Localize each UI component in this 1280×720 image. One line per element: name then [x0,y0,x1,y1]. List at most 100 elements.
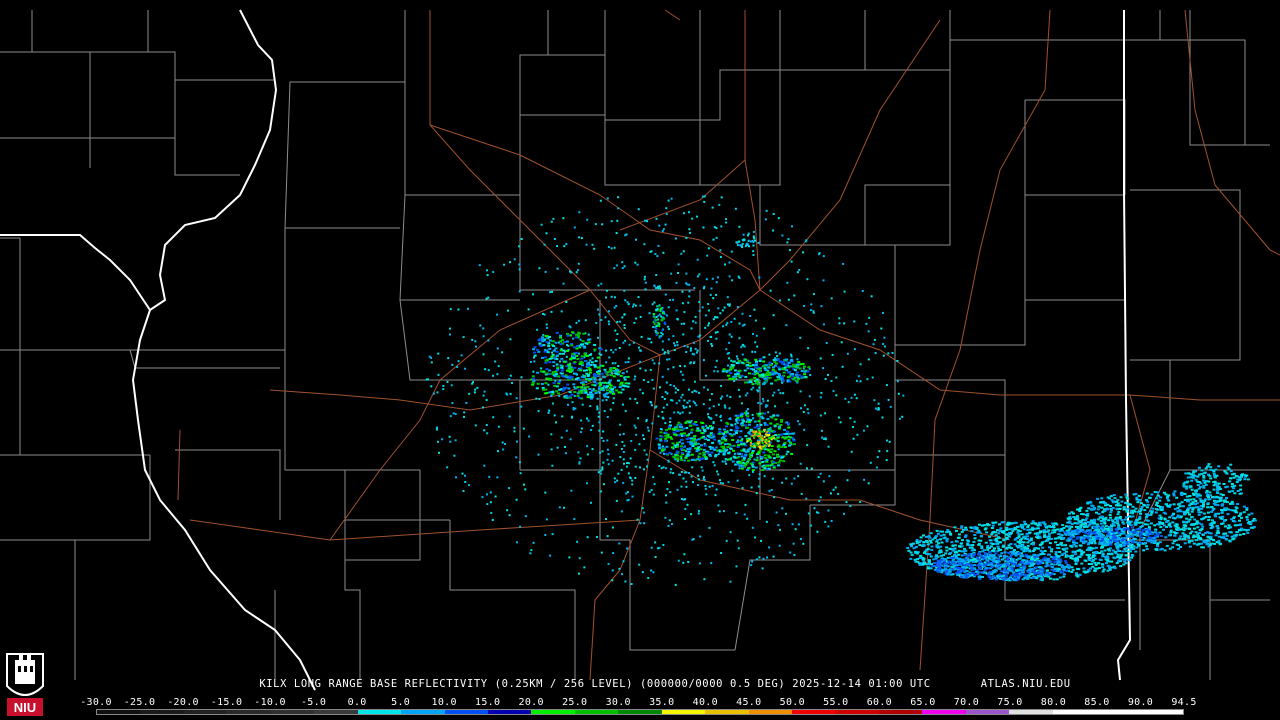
echo-pixel [1195,506,1199,509]
echo-pixel [935,529,939,532]
echo-pixel [752,254,755,256]
echo-pixel [575,271,578,274]
echo-pixel [610,349,613,352]
echo-pixel [1001,531,1004,533]
echo-pixel [930,563,934,566]
echo-pixel [704,326,707,329]
echo-pixel [686,503,689,506]
echo-pixel [1083,571,1087,574]
echo-pixel [597,372,601,375]
echo-pixel [984,527,988,530]
echo-pixel [513,426,516,429]
echo-pixel [652,326,655,328]
echo-pixel [785,477,788,480]
echo-pixel [1221,503,1225,506]
echo-pixel [681,302,684,305]
echo-pixel [1212,539,1216,542]
echo-pixel [611,526,614,529]
echo-pixel [583,387,587,390]
echo-pixel [1082,567,1086,570]
echo-pixel [626,301,629,304]
echo-pixel [779,433,783,436]
echo-pixel [774,418,778,421]
echo-pixel [580,357,584,360]
echo-pixel [594,360,598,363]
echo-pixel [577,331,581,334]
echo-pixel [753,236,755,239]
echo-pixel [735,511,738,514]
echo-pixel [538,344,542,347]
radar-map [0,0,1280,720]
echo-pixel [789,359,793,362]
echo-pixel [545,359,548,362]
echo-pixel [624,361,627,364]
echo-pixel [471,382,474,385]
echo-pixel [1013,538,1017,541]
echo-pixel [1002,565,1005,568]
echo-pixel [777,448,780,451]
echo-pixel [570,344,574,347]
echo-pixel [783,366,787,369]
echo-pixel [809,374,812,376]
echo-pixel [830,297,833,300]
echo-pixel [715,293,718,296]
echo-pixel [1156,494,1160,497]
echo-pixel [523,483,525,486]
echo-pixel [664,453,668,455]
echo-pixel [939,534,943,537]
echo-pixel [1220,511,1224,514]
echo-pixel [1075,572,1078,575]
echo-pixel [1178,505,1182,508]
echo-pixel [680,459,684,462]
echo-pixel [775,414,779,417]
echo-pixel [573,346,577,349]
echo-pixel [718,510,721,513]
echo-pixel [705,278,708,281]
echo-pixel [580,375,584,378]
echo-pixel [450,384,453,387]
echo-pixel [597,366,600,369]
echo-pixel [841,365,844,368]
echo-pixel [639,304,642,307]
echo-pixel [741,324,744,327]
echo-pixel [732,360,736,363]
echo-pixel [830,380,833,382]
echo-pixel [1216,527,1220,530]
echo-pixel [642,379,645,381]
echo-pixel [752,386,755,389]
echo-pixel [1156,505,1160,507]
echo-pixel [559,349,563,352]
echo-pixel [690,437,694,440]
echo-pixel [1179,515,1183,518]
echo-pixel [615,499,618,502]
echo-pixel [751,434,754,437]
echo-pixel [627,357,630,360]
echo-pixel [993,547,996,550]
echo-pixel [1233,520,1237,523]
echo-pixel [540,223,543,226]
echo-pixel [777,464,781,467]
echo-pixel [1165,544,1169,547]
echo-pixel [600,282,603,285]
echo-pixel [562,349,566,352]
echo-pixel [994,534,998,537]
echo-pixel [791,225,793,228]
echo-pixel [753,433,756,436]
echo-pixel [980,545,984,548]
echo-pixel [684,456,688,459]
echo-pixel [1116,513,1120,516]
echo-pixel [706,451,710,454]
echo-pixel [995,539,999,542]
echo-pixel [1036,575,1040,578]
echo-pixel [727,374,731,377]
echo-pixel [812,293,815,296]
echo-pixel [1145,516,1149,519]
echo-pixel [714,453,718,456]
echo-pixel [719,397,722,400]
echo-pixel [700,432,704,435]
echo-pixel [689,349,692,352]
echo-pixel [557,392,561,395]
echo-pixel [662,544,665,546]
echo-pixel [845,501,848,504]
echo-pixel [558,352,562,355]
